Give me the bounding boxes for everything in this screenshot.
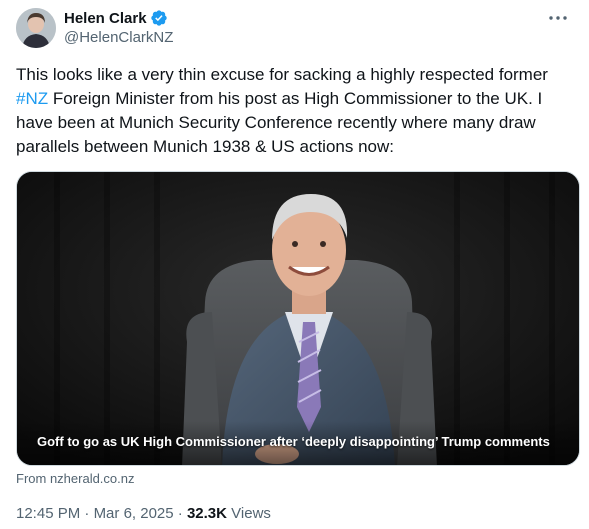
link-source[interactable]: From nzherald.co.nz (16, 471, 135, 486)
link-card-title[interactable]: Goff to go as UK High Commissioner after… (37, 434, 550, 449)
tweet: Helen Clark @HelenClarkNZ This looks lik… (0, 0, 589, 529)
views-count: 32.3K (186, 505, 227, 522)
avatar-image (16, 8, 56, 48)
hashtag-link[interactable]: #NZ (16, 89, 48, 108)
author-name[interactable]: Helen Clark (64, 10, 147, 27)
tweet-time[interactable]: 12:45 PM (16, 505, 80, 522)
more-horizontal-icon[interactable] (547, 9, 569, 27)
meta-separator: · (177, 505, 183, 522)
tweet-text-part1: This looks like a very thin excuse for s… (16, 65, 548, 84)
views-label: Views (231, 505, 271, 522)
author-block: Helen Clark @HelenClarkNZ (64, 8, 173, 47)
verified-badge-icon (150, 10, 167, 26)
tweet-meta: 12:45 PM · Mar 6, 2025 · 32.3K Views (16, 505, 271, 522)
tweet-text: This looks like a very thin excuse for s… (16, 63, 572, 159)
tweet-date[interactable]: Mar 6, 2025 (94, 505, 174, 522)
link-card-image[interactable]: Goff to go as UK High Commissioner after… (16, 171, 580, 466)
name-row: Helen Clark (64, 8, 173, 28)
tweet-text-part2: Foreign Minister from his post as High C… (16, 89, 543, 156)
author-handle[interactable]: @HelenClarkNZ (64, 29, 173, 46)
avatar[interactable] (16, 8, 56, 48)
meta-separator: · (84, 505, 90, 522)
